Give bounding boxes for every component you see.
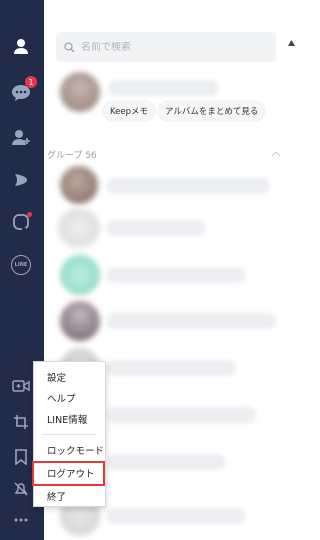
group-name [106,267,246,283]
video-call-icon[interactable] [8,373,34,399]
mute-bell-icon[interactable] [8,476,34,502]
bookmark-icon[interactable] [8,444,34,470]
openchat-icon[interactable] [8,209,34,235]
crop-icon[interactable] [8,409,34,435]
group-name [106,407,256,423]
group-name [106,220,206,236]
profile-avatar[interactable] [60,72,100,112]
search-input[interactable] [81,41,261,53]
logout-highlight [32,461,105,486]
group-avatar [60,166,98,204]
group-avatar [60,255,100,295]
menu-item-settings[interactable]: 設定 [34,367,105,387]
chat-badge: 1 [25,76,37,88]
group-name [106,454,226,470]
menu-item-line-info[interactable]: LINE情報 [34,409,105,429]
line-service-icon[interactable]: LINE [8,252,34,278]
group-avatar [58,208,100,248]
search-bar[interactable] [56,32,276,62]
group-name [106,508,246,524]
more-icon[interactable] [8,507,34,533]
group-avatar [60,301,100,341]
profile-name [108,80,218,96]
menu-divider [42,434,97,435]
chat-icon[interactable]: 1 [8,76,37,106]
scrollbar[interactable] [284,0,300,540]
keep-memo-chip[interactable]: Keepメモ [102,100,157,122]
group-name [106,178,270,194]
album-chip[interactable]: アルバムをまとめて見る [157,100,267,122]
friends-icon[interactable] [8,33,34,59]
add-friend-icon[interactable] [8,124,34,150]
search-icon [64,38,75,57]
menu-item-lock-mode[interactable]: ロックモード [34,440,105,460]
collapse-icon[interactable] [272,151,280,156]
notification-dot [27,212,32,217]
scroll-up-icon[interactable] [288,40,295,46]
group-count-header: グループ 56 [47,151,97,161]
group-name [106,360,236,376]
menu-item-help[interactable]: ヘルプ [34,388,105,408]
timeline-icon[interactable] [8,167,34,193]
menu-item-exit[interactable]: 終了 [34,486,105,506]
group-name [106,313,276,329]
